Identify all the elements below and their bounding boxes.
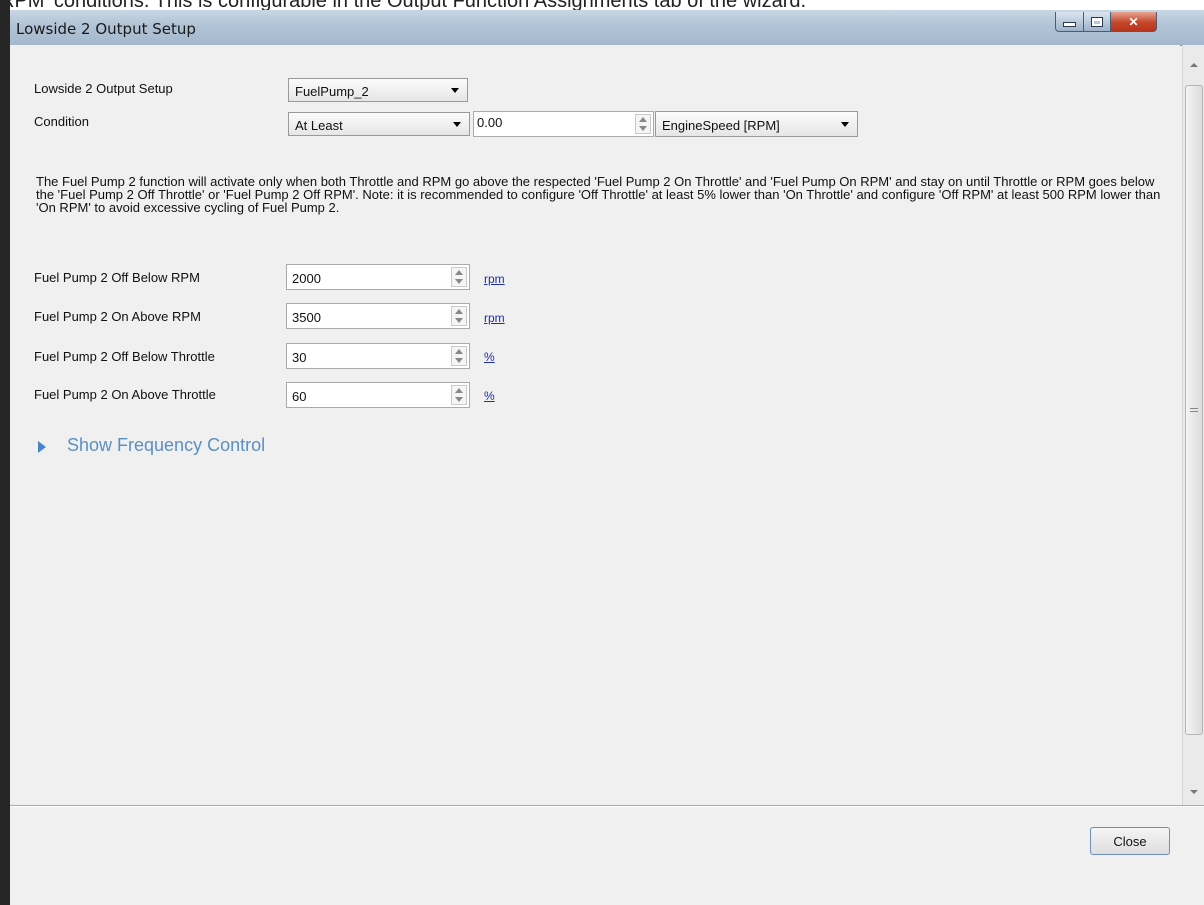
window-shadow — [0, 0, 10, 905]
condition-amount-field[interactable]: 0.00 — [473, 111, 654, 137]
fuel-pump-description: The Fuel Pump 2 function will activate o… — [36, 174, 1161, 215]
unit-link-percent[interactable]: % — [484, 389, 495, 403]
settings-panel: Lowside 2 Output Setup FuelPump_2 Condit… — [10, 45, 1180, 801]
on-above-rpm-spinner[interactable] — [451, 306, 467, 326]
spin-down-icon — [455, 397, 463, 402]
close-window-button[interactable]: ✕ — [1110, 12, 1157, 32]
scroll-up-icon[interactable] — [1190, 63, 1198, 67]
spin-up-icon — [455, 388, 463, 393]
on-above-rpm-field[interactable]: 3500 — [286, 303, 470, 329]
condition-select[interactable]: At Least — [288, 112, 470, 136]
unit-link-rpm[interactable]: rpm — [484, 311, 505, 325]
unit-link-percent[interactable]: % — [484, 350, 495, 364]
field-value: 30 — [292, 350, 307, 365]
maximize-icon — [1092, 17, 1102, 26]
spin-down-icon — [455, 279, 463, 284]
condition-channel-value: EngineSpeed [RPM] — [662, 118, 780, 133]
field-label: Fuel Pump 2 On Above RPM — [34, 309, 201, 324]
condition-amount-value: 0.00 — [477, 115, 503, 130]
field-label: Fuel Pump 2 Off Below Throttle — [34, 349, 215, 364]
off-below-rpm-spinner[interactable] — [451, 267, 467, 287]
output-setup-label: Lowside 2 Output Setup — [34, 81, 173, 96]
chevron-down-icon — [453, 122, 461, 127]
vertical-scrollbar[interactable] — [1182, 45, 1204, 805]
minimize-icon — [1064, 23, 1075, 26]
spin-down-icon — [455, 358, 463, 363]
condition-channel-select[interactable]: EngineSpeed [RPM] — [655, 111, 858, 137]
grip-icon — [1190, 408, 1198, 414]
on-above-throttle-field[interactable]: 60 — [286, 382, 470, 408]
footer-divider — [10, 805, 1204, 806]
minimize-button[interactable] — [1055, 12, 1084, 32]
maximize-button[interactable] — [1083, 12, 1111, 32]
off-below-rpm-field[interactable]: 2000 — [286, 264, 470, 290]
field-label: Fuel Pump 2 Off Below RPM — [34, 270, 200, 285]
condition-amount-spinner[interactable] — [635, 114, 651, 134]
scrollbar-thumb[interactable] — [1185, 85, 1203, 735]
spin-up-icon — [455, 309, 463, 314]
close-icon: ✕ — [1128, 14, 1139, 29]
spin-down-icon — [639, 126, 647, 131]
spin-up-icon — [639, 117, 647, 122]
chevron-down-icon — [841, 122, 849, 127]
unit-link-rpm[interactable]: rpm — [484, 272, 505, 286]
show-frequency-control-toggle[interactable]: Show Frequency Control — [67, 435, 265, 456]
condition-label: Condition — [34, 114, 89, 129]
output-function-select[interactable]: FuelPump_2 — [288, 78, 468, 102]
field-value: 3500 — [292, 310, 321, 325]
close-button[interactable]: Close — [1090, 827, 1170, 855]
scroll-down-icon[interactable] — [1190, 790, 1198, 794]
dialog-window: Lowside 2 Output Setup ✕ Lowside 2 Outpu… — [10, 10, 1204, 905]
spin-up-icon — [455, 349, 463, 354]
output-function-value: FuelPump_2 — [295, 84, 369, 99]
chevron-down-icon — [451, 88, 459, 93]
off-below-throttle-spinner[interactable] — [451, 346, 467, 366]
off-below-throttle-field[interactable]: 30 — [286, 343, 470, 369]
expand-triangle-icon[interactable] — [38, 441, 46, 453]
condition-value: At Least — [295, 118, 343, 133]
field-value: 2000 — [292, 271, 321, 286]
on-above-throttle-spinner[interactable] — [451, 385, 467, 405]
window-title: Lowside 2 Output Setup — [16, 20, 196, 38]
field-label: Fuel Pump 2 On Above Throttle — [34, 387, 216, 402]
spin-up-icon — [455, 270, 463, 275]
field-value: 60 — [292, 389, 307, 404]
title-bar: Lowside 2 Output Setup ✕ — [10, 10, 1204, 46]
spin-down-icon — [455, 318, 463, 323]
